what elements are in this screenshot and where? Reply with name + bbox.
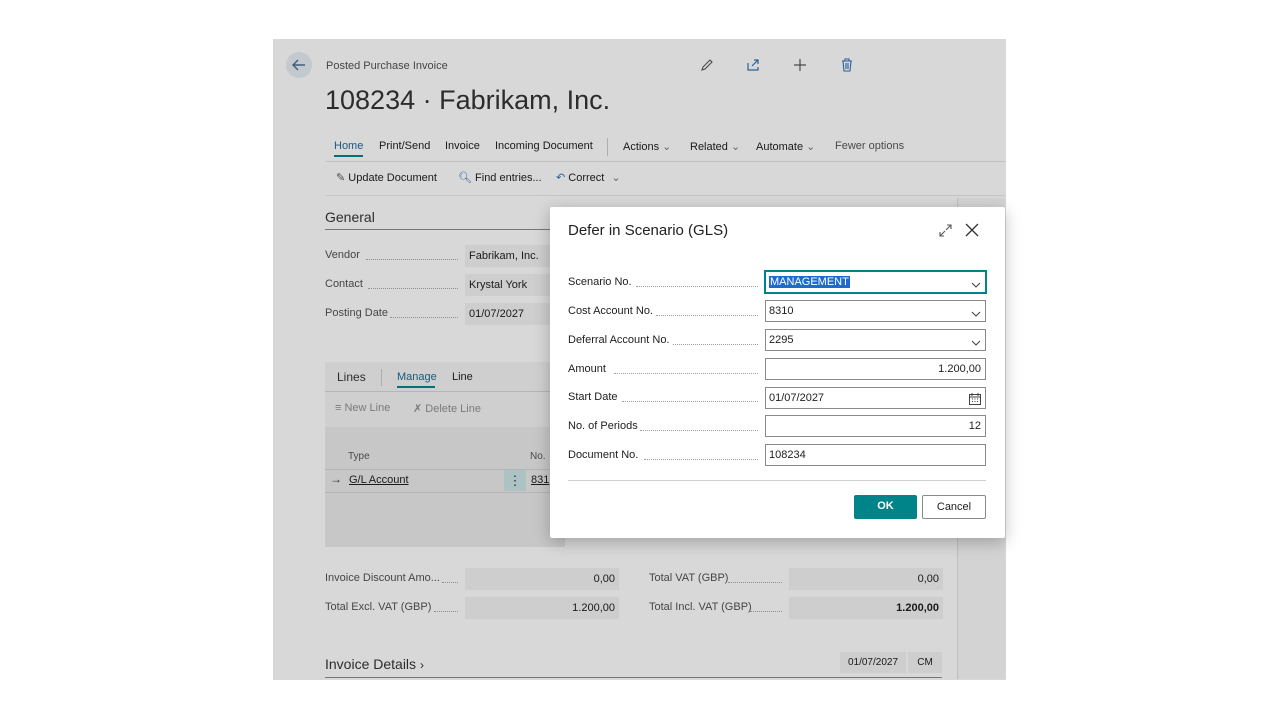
leader-dots — [636, 286, 758, 287]
deferral-account-no-select[interactable]: 2295 — [765, 329, 986, 351]
document-no-value: 108234 — [769, 449, 806, 461]
chevron-down-icon[interactable] — [971, 277, 981, 297]
cost-account-no-select[interactable]: 8310 — [765, 300, 986, 322]
dialog-title: Defer in Scenario (GLS) — [568, 222, 729, 239]
no-of-periods-field[interactable]: 12 — [765, 415, 986, 437]
calendar-icon[interactable] — [969, 392, 981, 412]
cost-account-no-value: 8310 — [769, 305, 794, 317]
leader-dots — [614, 373, 758, 374]
amount-label: Amount — [568, 363, 606, 375]
deferral-account-no-label: Deferral Account No. — [568, 334, 670, 346]
leader-dots — [640, 430, 758, 431]
cancel-button[interactable]: Cancel — [922, 495, 986, 519]
scenario-no-value: MANAGEMENT — [769, 276, 850, 288]
amount-field[interactable]: 1.200,00 — [765, 358, 986, 380]
start-date-label: Start Date — [568, 391, 618, 403]
leader-dots — [622, 401, 758, 402]
no-of-periods-value: 12 — [968, 420, 981, 432]
document-no-label: Document No. — [568, 449, 639, 461]
dialog-footer-divider — [568, 480, 986, 481]
leader-dots — [656, 315, 758, 316]
start-date-value: 01/07/2027 — [769, 392, 825, 404]
close-icon[interactable] — [965, 223, 979, 237]
document-no-field[interactable]: 108234 — [765, 444, 986, 466]
chevron-down-icon[interactable] — [971, 335, 981, 355]
no-of-periods-label: No. of Periods — [568, 420, 638, 432]
start-date-field[interactable]: 01/07/2027 — [765, 387, 986, 409]
leader-dots — [644, 459, 758, 460]
defer-in-scenario-dialog: Defer in Scenario (GLS) Scenario No. MAN… — [550, 207, 1005, 538]
amount-value: 1.200,00 — [938, 363, 981, 375]
leader-dots — [673, 344, 758, 345]
cost-account-no-label: Cost Account No. — [568, 305, 653, 317]
expand-icon[interactable] — [939, 224, 952, 237]
ok-button[interactable]: OK — [854, 495, 917, 519]
scenario-no-label: Scenario No. — [568, 276, 632, 288]
deferral-account-no-value: 2295 — [769, 334, 794, 346]
scenario-no-select[interactable]: MANAGEMENT — [765, 271, 986, 293]
chevron-down-icon[interactable] — [971, 306, 981, 326]
